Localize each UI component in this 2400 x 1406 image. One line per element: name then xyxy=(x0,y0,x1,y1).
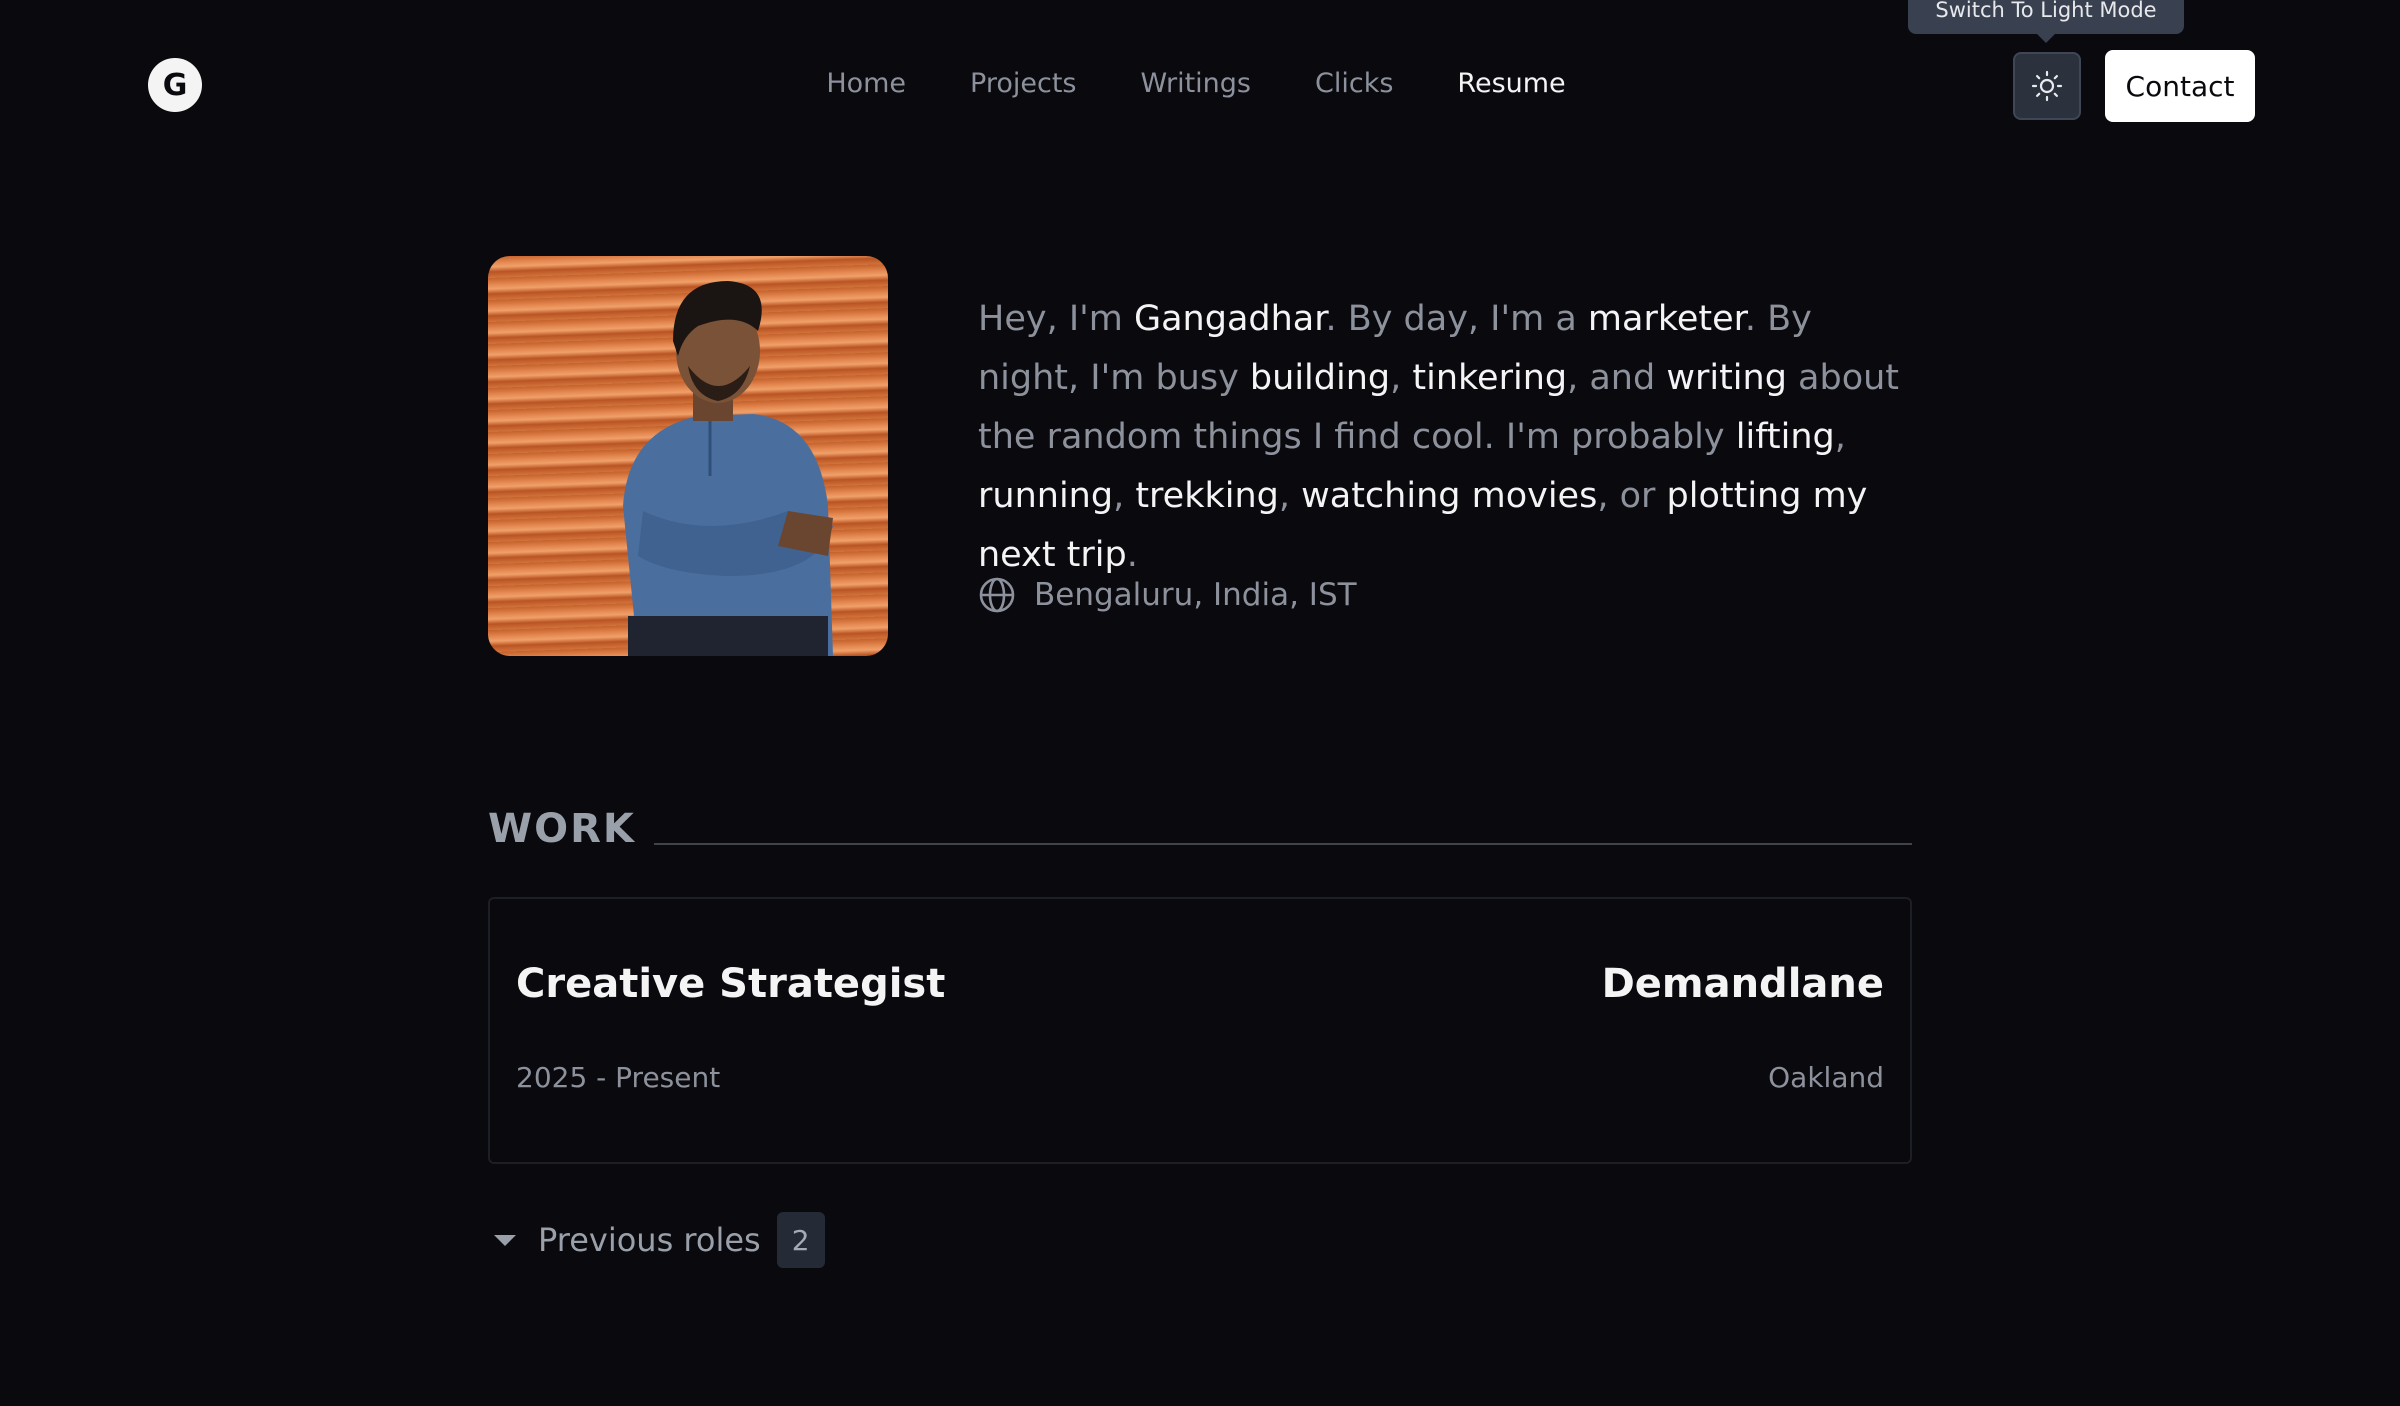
job-title: Creative Strategist xyxy=(516,961,946,1007)
bio-highlight: running xyxy=(978,476,1114,516)
bio-text-part: , xyxy=(1834,417,1846,457)
contact-button[interactable]: Contact xyxy=(2105,50,2255,122)
bio-text-part: , and xyxy=(1567,358,1667,398)
previous-roles-label: Previous roles xyxy=(538,1221,761,1259)
nav-home[interactable]: Home xyxy=(826,60,906,108)
company-name: Demandlane xyxy=(1601,961,1884,1007)
bio-highlight: lifting xyxy=(1735,417,1835,457)
bio-highlight: trekking xyxy=(1135,476,1279,516)
section-divider xyxy=(654,843,1912,845)
resume-page: G Home Projects Writings Clicks Resume S… xyxy=(0,0,2400,1406)
bio-text-part: . xyxy=(1126,535,1138,575)
theme-tooltip: Switch To Light Mode xyxy=(1908,0,2184,43)
sun-icon xyxy=(2031,70,2063,102)
bio-text: Hey, I'm Gangadhar. By day, I'm a market… xyxy=(978,290,1918,585)
theme-toggle-button[interactable] xyxy=(2013,52,2081,120)
caret-down-icon xyxy=(494,1234,516,1246)
bio-text-part: , xyxy=(1390,358,1413,398)
bio-highlight: watching movies xyxy=(1301,476,1598,516)
location-row: Bengaluru, India, IST xyxy=(978,576,1357,614)
bio-text-part: Hey, I'm xyxy=(978,299,1134,339)
bio-highlight: writing xyxy=(1666,358,1787,398)
bio-text-part: , or xyxy=(1597,476,1667,516)
bio-text-part: , xyxy=(1278,476,1302,516)
profile-photo xyxy=(488,256,888,656)
work-heading: WORK xyxy=(488,806,636,852)
previous-roles-count: 2 xyxy=(776,1212,825,1268)
globe-icon xyxy=(979,577,1015,613)
bio-name: Gangadhar xyxy=(1133,299,1326,339)
bio-highlight: tinkering xyxy=(1412,358,1568,398)
bio-text-part: , xyxy=(1113,476,1136,516)
work-card: Creative Strategist Demandlane 2025 - Pr… xyxy=(488,897,1912,1164)
bio-highlight: building xyxy=(1249,358,1391,398)
nav-clicks[interactable]: Clicks xyxy=(1315,60,1393,108)
nav-projects[interactable]: Projects xyxy=(970,60,1076,108)
nav-resume[interactable]: Resume xyxy=(1457,60,1565,108)
location-text: Bengaluru, India, IST xyxy=(1034,577,1357,613)
person-illustration xyxy=(623,281,833,656)
job-period: 2025 - Present xyxy=(516,1061,721,1094)
bio-text-part: . By day, I'm a xyxy=(1325,299,1588,339)
bio-role: marketer xyxy=(1587,299,1745,339)
nav-writings[interactable]: Writings xyxy=(1141,60,1252,108)
previous-roles-toggle[interactable]: Previous roles 2 xyxy=(488,1212,825,1268)
job-location: Oakland xyxy=(1768,1061,1884,1094)
